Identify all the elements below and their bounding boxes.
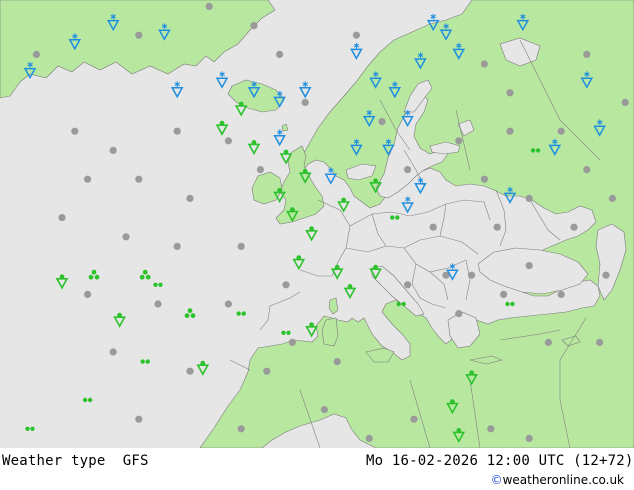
weather-map: ∗ ∗ ∗ ∗ ∗ ∗ ∗ ∗ ∗ ∗ ∗ ∗ ∗ ∗ ∗ ∗ ∗ ∗ ∗ ∗ ∗ ∗ ∗ ∗ ∗ ∗ ∗ ∗ ∗ ∗ <box>0 0 634 448</box>
cloud-symbol <box>276 50 284 59</box>
cloud-symbol <box>493 223 501 231</box>
svg-text:∗: ∗ <box>276 89 284 99</box>
valid-datetime: Mo 16-02-2026 12:00 UTC (12+72) <box>366 453 634 469</box>
cloud-symbol <box>320 406 328 414</box>
cloud-symbol <box>224 137 232 145</box>
cloud-symbol <box>410 415 418 423</box>
svg-text:∗: ∗ <box>417 51 425 61</box>
cloud-symbol <box>333 358 341 366</box>
cloud-symbol <box>365 434 373 442</box>
cloud-symbol <box>135 415 143 423</box>
cloud-symbol <box>557 290 565 298</box>
cloud-symbol <box>480 175 488 183</box>
svg-text:∗: ∗ <box>250 80 258 90</box>
cloud-symbol <box>256 166 264 174</box>
cloud-symbol <box>135 31 143 39</box>
svg-text:∗: ∗ <box>417 176 425 186</box>
cloud-symbol <box>186 367 194 375</box>
cloud-symbol <box>596 338 604 346</box>
cloud-symbol <box>404 166 412 174</box>
cloud-symbol <box>173 127 181 135</box>
cloud-symbol <box>429 223 437 231</box>
svg-text:∗: ∗ <box>109 13 117 23</box>
svg-text:∗: ∗ <box>583 70 591 80</box>
cloud-symbol <box>525 434 533 442</box>
cloud-symbol <box>32 50 41 59</box>
cloud-symbol <box>237 242 245 250</box>
cloud-symbol <box>455 137 463 145</box>
cloud-symbol <box>500 290 508 298</box>
svg-text:∗: ∗ <box>519 13 527 23</box>
svg-text:∗: ∗ <box>161 22 169 32</box>
cloud-symbol <box>58 214 66 222</box>
svg-text:∗: ∗ <box>276 128 284 138</box>
svg-text:∗: ∗ <box>173 80 181 90</box>
svg-text:∗: ∗ <box>455 41 463 51</box>
credit-text: weatheronline.co.uk <box>502 473 624 487</box>
cloud-symbol <box>583 50 591 59</box>
cloud-symbol <box>480 60 488 68</box>
svg-text:∗: ∗ <box>218 70 226 80</box>
cloud-symbol <box>506 127 514 135</box>
cloud-symbol <box>570 223 578 231</box>
svg-text:∗: ∗ <box>71 32 79 42</box>
weather-map-page: ∗ ∗ ∗ ∗ ∗ ∗ ∗ ∗ ∗ ∗ ∗ ∗ ∗ ∗ ∗ ∗ ∗ ∗ ∗ ∗ ∗ ∗ ∗ ∗ ∗ ∗ ∗ ∗ ∗ ∗ Weather t… <box>0 0 634 490</box>
cloud-symbol <box>109 146 117 154</box>
cloud-symbol <box>621 98 629 106</box>
svg-text:∗: ∗ <box>551 137 559 147</box>
cloud-symbol <box>583 166 591 174</box>
copyright-symbol: © <box>490 473 503 487</box>
cloud-symbol <box>525 262 533 270</box>
cloud-symbol <box>404 281 412 289</box>
cloud-symbol <box>487 425 495 433</box>
cloud-symbol <box>288 338 296 346</box>
svg-text:∗: ∗ <box>353 137 361 147</box>
cloud-symbol <box>525 194 533 202</box>
svg-text:∗: ∗ <box>442 22 450 32</box>
cloud-symbol <box>154 300 162 308</box>
cloud-symbol <box>224 300 232 308</box>
svg-text:∗: ∗ <box>385 137 393 147</box>
cloud-symbol <box>544 338 553 346</box>
site-credit[interactable]: ©weatheronline.co.uk <box>491 473 624 487</box>
cloud-symbol <box>135 175 143 183</box>
cloud-symbol <box>173 242 181 250</box>
cloud-symbol <box>506 89 514 97</box>
svg-text:∗: ∗ <box>596 118 604 128</box>
cloud-symbol <box>186 194 194 202</box>
cloud-symbol <box>557 127 565 135</box>
cloud-symbol <box>250 22 258 30</box>
cloud-symbol <box>71 127 79 135</box>
cloud-symbol <box>109 348 117 356</box>
svg-text:∗: ∗ <box>404 195 412 205</box>
svg-text:∗: ∗ <box>365 109 373 119</box>
svg-text:∗: ∗ <box>26 61 34 71</box>
cloud-symbol <box>468 271 476 279</box>
cloud-symbol <box>122 233 130 241</box>
cloud-symbol <box>282 281 290 289</box>
svg-text:∗: ∗ <box>353 41 361 51</box>
cloud-symbol <box>84 175 92 183</box>
svg-text:∗: ∗ <box>301 80 309 90</box>
svg-text:∗: ∗ <box>449 262 457 272</box>
svg-text:∗: ∗ <box>327 166 335 176</box>
cloud-symbol <box>378 118 386 126</box>
cloud-symbol <box>237 425 245 433</box>
svg-text:∗: ∗ <box>391 80 399 90</box>
map-type-label: Weather type GFS <box>2 453 149 469</box>
cloud-symbol <box>263 367 271 375</box>
cloud-symbol <box>455 310 463 318</box>
cloud-symbol <box>608 194 617 202</box>
cloud-symbol <box>205 2 213 10</box>
cloud-symbol <box>352 31 360 39</box>
svg-text:∗: ∗ <box>506 185 514 195</box>
cloud-symbol <box>84 290 92 298</box>
svg-text:∗: ∗ <box>372 70 380 80</box>
cloud-symbol <box>602 271 610 279</box>
svg-text:∗: ∗ <box>429 13 437 23</box>
cloud-symbol <box>301 98 309 106</box>
svg-text:∗: ∗ <box>404 109 412 119</box>
